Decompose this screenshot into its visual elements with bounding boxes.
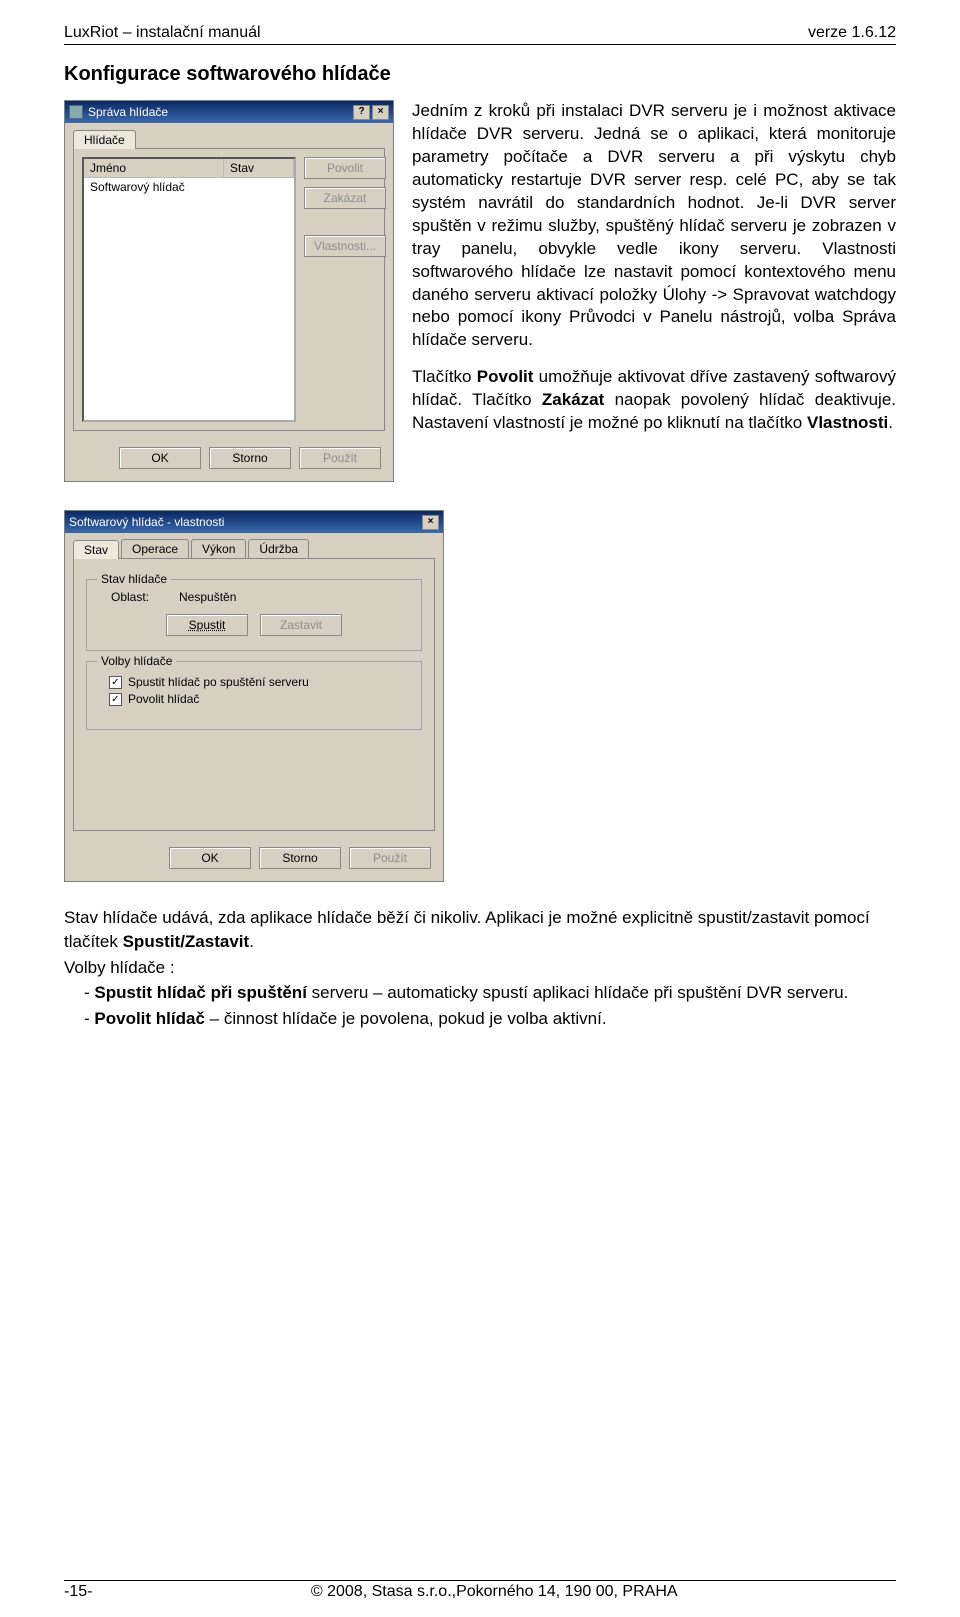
footer-copyright: © 2008, Stasa s.r.o.,Pokorného 14, 190 0… bbox=[311, 1583, 678, 1601]
dialog-title: Softwarový hlídač - vlastnosti bbox=[69, 515, 224, 529]
footer-page: -15- bbox=[64, 1583, 92, 1601]
checkbox-label: Povolit hlídač bbox=[128, 692, 199, 706]
fieldset-legend: Stav hlídače bbox=[97, 572, 171, 586]
col-jmeno[interactable]: Jméno bbox=[84, 159, 224, 177]
body-text-bottom: Stav hlídače udává, zda aplikace hlídače… bbox=[64, 906, 896, 1031]
povolit-button[interactable]: Povolit bbox=[304, 157, 386, 179]
checkbox-label: Spustit hlídač po spuštění serveru bbox=[128, 675, 309, 689]
paragraph: Tlačítko Povolit umožňuje aktivovat dřív… bbox=[412, 366, 896, 435]
help-button[interactable]: ? bbox=[353, 105, 370, 120]
fieldset-stav-hlidace: Stav hlídače Oblast: Nespuštěn Spustit Z… bbox=[86, 579, 422, 651]
app-icon bbox=[69, 105, 83, 119]
titlebar[interactable]: Softwarový hlídač - vlastnosti × bbox=[65, 511, 443, 533]
ok-button[interactable]: OK bbox=[119, 447, 201, 469]
list-header: Jméno Stav bbox=[84, 159, 294, 178]
paragraph: Stav hlídače udává, zda aplikace hlídače… bbox=[64, 906, 896, 954]
vlastnosti-button[interactable]: Vlastnosti... bbox=[304, 235, 386, 257]
spustit-button[interactable]: Spustit bbox=[166, 614, 248, 636]
storno-button[interactable]: Storno bbox=[259, 847, 341, 869]
col-stav[interactable]: Stav bbox=[224, 159, 294, 177]
checkbox-icon[interactable]: ✓ bbox=[109, 693, 122, 706]
button-column: Povolit Zakázat Vlastnosti... bbox=[304, 157, 386, 422]
pouzit-button[interactable]: Použít bbox=[299, 447, 381, 469]
dialog-buttons: OK Storno Použít bbox=[65, 439, 393, 481]
checkbox-icon[interactable]: ✓ bbox=[109, 676, 122, 689]
body-text-top: Jedním z kroků při instalaci DVR serveru… bbox=[412, 100, 896, 482]
value-oblast: Nespuštěn bbox=[179, 590, 236, 604]
doc-footer: -15- © 2008, Stasa s.r.o.,Pokorného 14, … bbox=[64, 1580, 896, 1601]
fieldset-volby-hlidace: Volby hlídače ✓ Spustit hlídač po spuště… bbox=[86, 661, 422, 730]
dialog-sprava-hlidace: Správa hlídače ? × Hlídače Jméno Stav bbox=[64, 100, 394, 482]
ok-button[interactable]: OK bbox=[169, 847, 251, 869]
tab-udrzba[interactable]: Údržba bbox=[248, 539, 309, 558]
paragraph: Volby hlídače : bbox=[64, 956, 896, 980]
header-right: verze 1.6.12 bbox=[808, 24, 896, 42]
doc-header: LuxRiot – instalační manuál verze 1.6.12 bbox=[64, 24, 896, 45]
header-left: LuxRiot – instalační manuál bbox=[64, 24, 261, 42]
paragraph: Jedním z kroků při instalaci DVR serveru… bbox=[412, 100, 896, 352]
tab-body: Stav hlídače Oblast: Nespuštěn Spustit Z… bbox=[73, 558, 435, 831]
list-item[interactable]: Softwarový hlídač bbox=[84, 178, 294, 196]
label-oblast: Oblast: bbox=[111, 590, 149, 604]
checkbox-spustit-po-spusteni[interactable]: ✓ Spustit hlídač po spuštění serveru bbox=[97, 675, 411, 689]
storno-button[interactable]: Storno bbox=[209, 447, 291, 469]
dialog-buttons: OK Storno Použít bbox=[65, 839, 443, 881]
list-item: - Povolit hlídač – činnost hlídače je po… bbox=[64, 1007, 896, 1031]
tab-stav[interactable]: Stav bbox=[73, 540, 119, 559]
tab-operace[interactable]: Operace bbox=[121, 539, 189, 558]
tab-vykon[interactable]: Výkon bbox=[191, 539, 246, 558]
tabstrip: Hlídače bbox=[65, 123, 393, 148]
tab-body: Jméno Stav Softwarový hlídač Povolit Zak… bbox=[73, 148, 385, 431]
close-icon[interactable]: × bbox=[422, 515, 439, 530]
tabstrip: Stav Operace Výkon Údržba bbox=[65, 533, 443, 558]
listbox-hlidace[interactable]: Jméno Stav Softwarový hlídač bbox=[82, 157, 296, 422]
list-item: - Spustit hlídač při spuštění serveru – … bbox=[64, 981, 896, 1005]
pouzit-button[interactable]: Použít bbox=[349, 847, 431, 869]
zastavit-button[interactable]: Zastavit bbox=[260, 614, 342, 636]
fieldset-legend: Volby hlídače bbox=[97, 654, 176, 668]
tab-hlidace[interactable]: Hlídače bbox=[73, 130, 136, 149]
section-title: Konfigurace softwarového hlídače bbox=[64, 63, 896, 86]
dialog-title: Správa hlídače bbox=[88, 105, 168, 119]
checkbox-povolit-hlidac[interactable]: ✓ Povolit hlídač bbox=[97, 692, 411, 706]
close-icon[interactable]: × bbox=[372, 105, 389, 120]
titlebar[interactable]: Správa hlídače ? × bbox=[65, 101, 393, 123]
dialog-vlastnosti-hlidace: Softwarový hlídač - vlastnosti × Stav Op… bbox=[64, 510, 444, 882]
zakazat-button[interactable]: Zakázat bbox=[304, 187, 386, 209]
